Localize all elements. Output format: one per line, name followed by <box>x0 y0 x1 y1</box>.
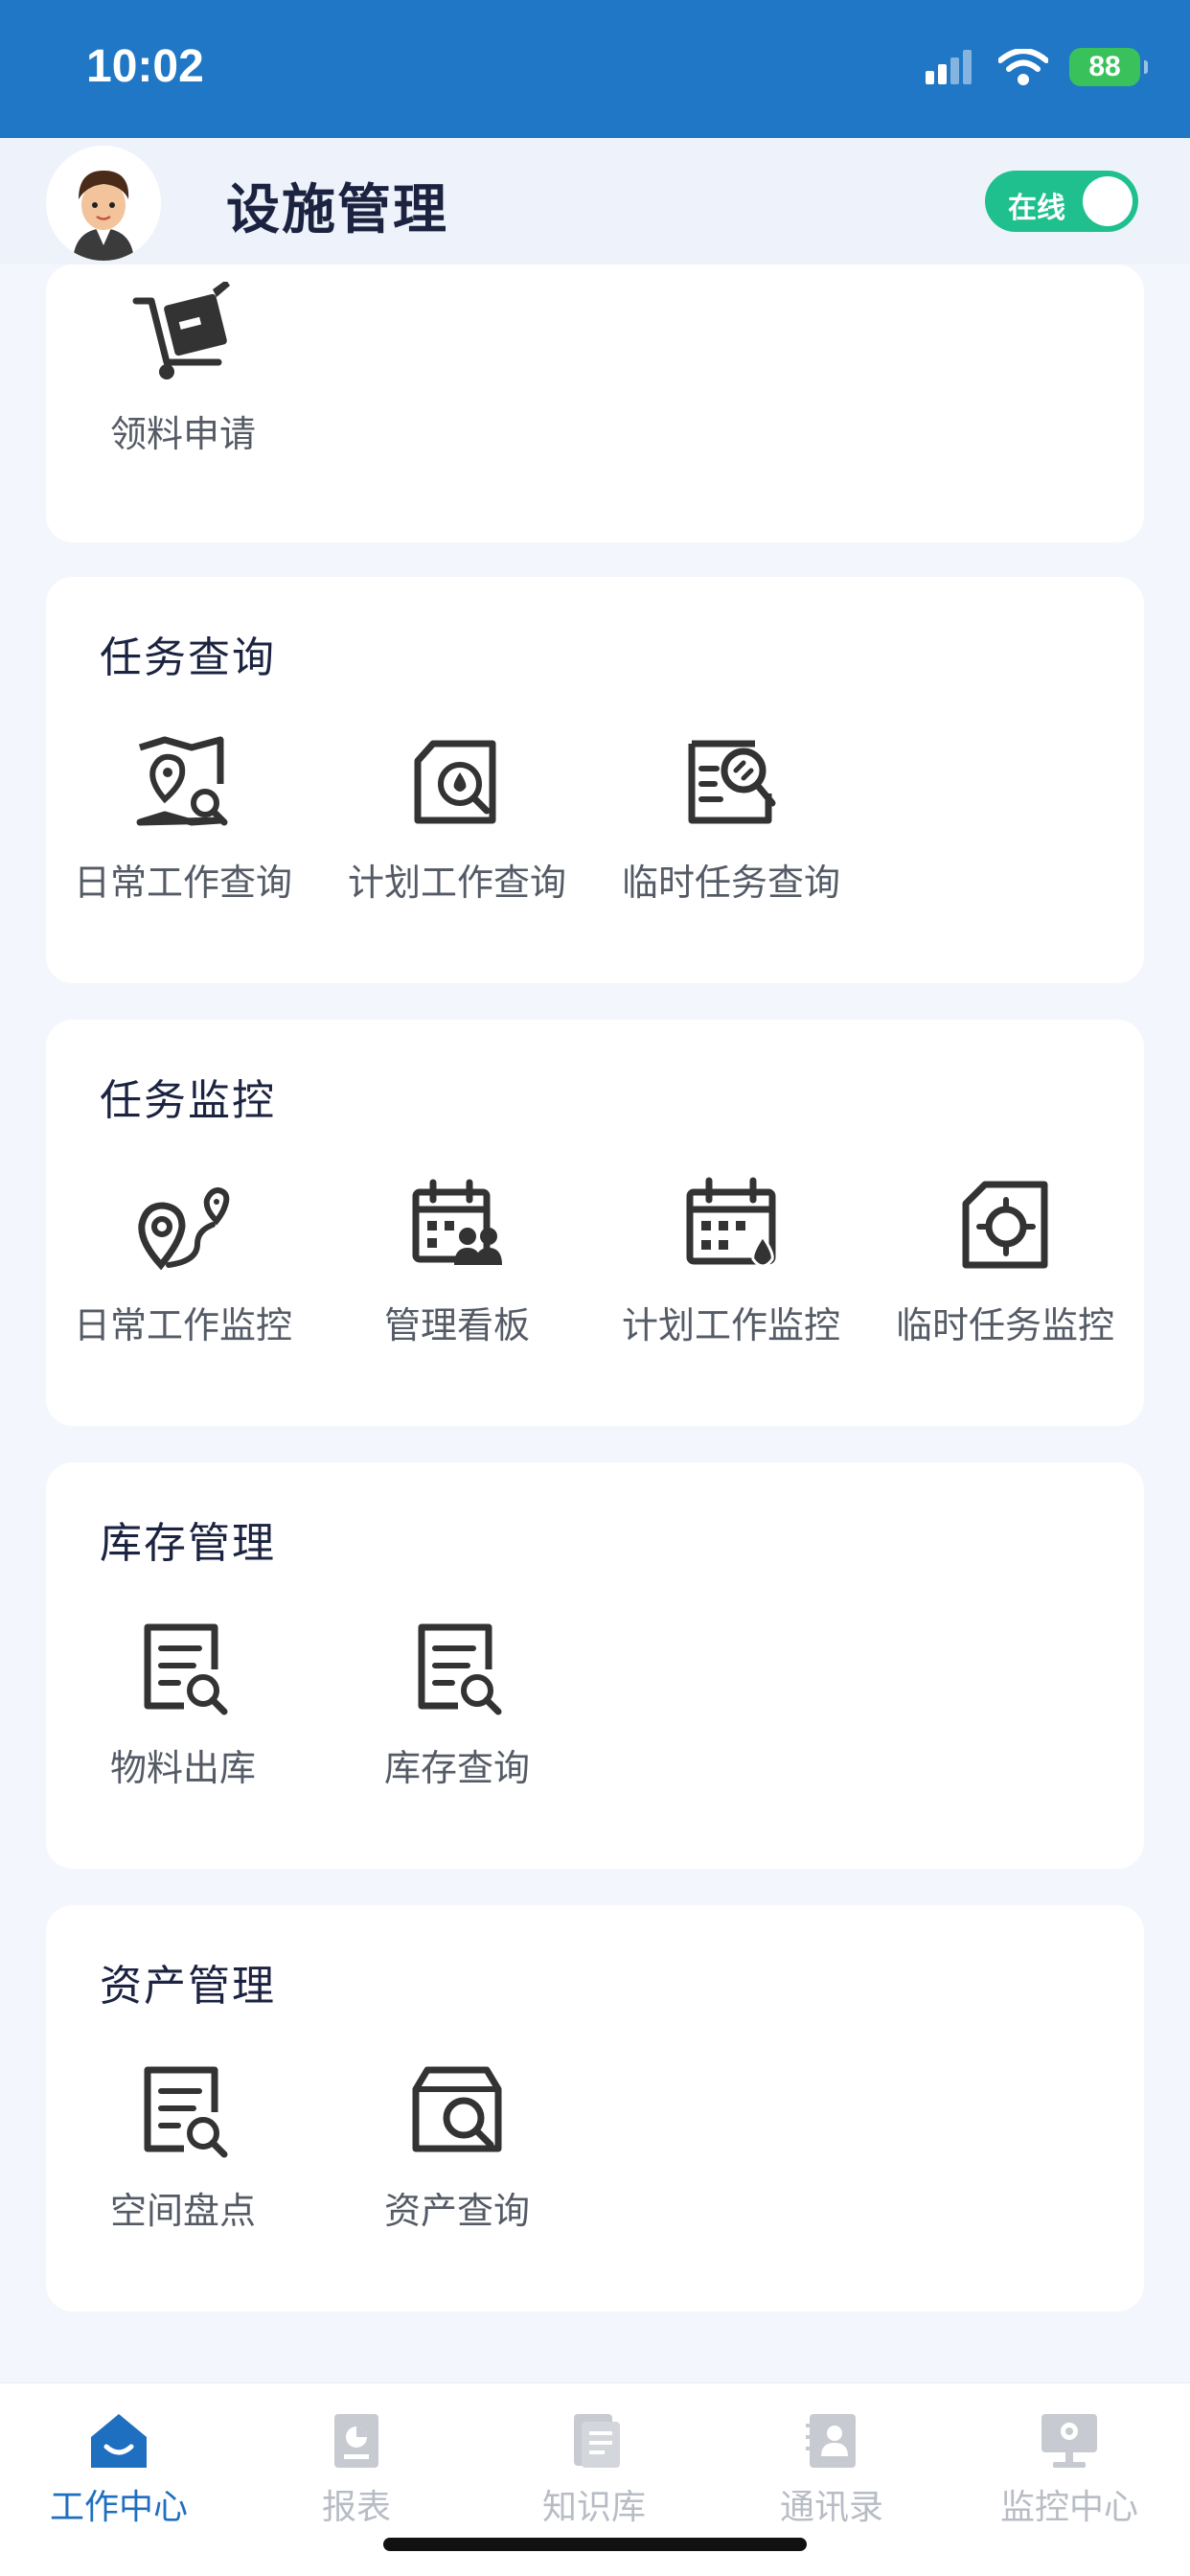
item-label: 日常工作查询 <box>73 862 292 904</box>
toggle-knob <box>1083 176 1133 226</box>
document-search-icon <box>144 1623 228 1715</box>
item-temp-task-query[interactable]: 临时任务查询 <box>594 730 868 906</box>
item-daily-work-monitor[interactable]: 日常工作监控 <box>46 1173 320 1348</box>
item-label: 领料申请 <box>109 413 256 455</box>
contacts-icon <box>806 2414 856 2468</box>
home-indicator <box>383 2538 807 2551</box>
document-drop-search-icon <box>414 740 496 824</box>
item-daily-work-query[interactable]: 日常工作查询 <box>46 730 320 906</box>
section-title: 任务查询 <box>100 633 276 682</box>
tab-knowledge-base[interactable]: 知识库 <box>475 2408 713 2529</box>
card-assets: 资产管理 空间盘点 资产查询 <box>46 1905 1144 2312</box>
online-toggle[interactable]: 在线 <box>985 171 1138 232</box>
item-label: 物料出库 <box>109 1747 256 1789</box>
section-title: 任务监控 <box>100 1076 276 1125</box>
battery-level: 88 <box>1088 51 1121 82</box>
item-label: 临时任务查询 <box>621 862 840 904</box>
tab-contacts[interactable]: 通讯录 <box>713 2408 950 2529</box>
tab-work-center[interactable]: 工作中心 <box>0 2408 238 2529</box>
card-top: 领料申请 <box>46 264 1144 542</box>
map-search-icon <box>136 736 228 826</box>
status-bar: 10:02 88 <box>0 0 1190 138</box>
trolley-icon <box>132 282 230 380</box>
report-icon <box>334 2414 378 2468</box>
section-title: 资产管理 <box>100 1962 276 2011</box>
item-label: 计划工作查询 <box>347 862 566 904</box>
user-avatar-icon <box>73 171 134 261</box>
tab-reports[interactable]: 报表 <box>238 2408 475 2529</box>
item-plan-work-monitor[interactable]: 计划工作监控 <box>594 1173 868 1348</box>
tab-label: 监控中心 <box>999 2488 1138 2527</box>
item-material-outbound[interactable]: 物料出库 <box>46 1616 320 1791</box>
item-management-board[interactable]: 管理看板 <box>320 1173 594 1348</box>
tab-label: 知识库 <box>541 2488 646 2527</box>
item-label: 计划工作监控 <box>621 1304 840 1346</box>
item-label: 资产查询 <box>383 2190 530 2232</box>
document-search-icon <box>688 740 776 824</box>
tab-label: 报表 <box>321 2488 391 2527</box>
document-search-icon <box>144 2066 228 2158</box>
avatar[interactable] <box>46 146 161 261</box>
card-task-monitor: 任务监控 日常工作监控 管理看板 计划工作监控 临时任务监控 <box>46 1020 1144 1426</box>
item-label: 空间盘点 <box>109 2190 256 2232</box>
item-space-inventory[interactable]: 空间盘点 <box>46 2058 320 2234</box>
home-icon <box>91 2414 147 2468</box>
document-search-icon <box>418 1623 502 1715</box>
online-toggle-label: 在线 <box>1008 192 1065 225</box>
item-label: 日常工作监控 <box>73 1304 292 1346</box>
route-pin-icon <box>138 1186 230 1271</box>
card-task-query: 任务查询 日常工作查询 计划工作查询 临时任务查询 <box>46 577 1144 983</box>
item-asset-query[interactable]: 资产查询 <box>320 2058 594 2234</box>
card-inventory: 库存管理 物料出库 库存查询 <box>46 1462 1144 1869</box>
item-plan-work-query[interactable]: 计划工作查询 <box>320 730 594 906</box>
cellular-signal-icon <box>926 50 972 84</box>
wifi-icon <box>998 49 1048 85</box>
item-material-request[interactable]: 领料申请 <box>46 282 320 457</box>
document-target-icon <box>962 1181 1048 1269</box>
header: 设施管理 在线 <box>0 138 1190 264</box>
page-title: 设施管理 <box>226 179 448 242</box>
item-label: 管理看板 <box>383 1304 530 1346</box>
battery-icon: 88 <box>1069 48 1148 86</box>
item-label: 库存查询 <box>383 1747 530 1789</box>
knowledge-icon <box>574 2414 620 2468</box>
tab-label: 工作中心 <box>49 2488 188 2527</box>
item-temp-task-monitor[interactable]: 临时任务监控 <box>868 1173 1142 1348</box>
tab-label: 通讯录 <box>779 2488 883 2527</box>
tab-monitor-center[interactable]: 监控中心 <box>950 2408 1188 2529</box>
item-inventory-query[interactable]: 库存查询 <box>320 1616 594 1791</box>
section-title: 库存管理 <box>100 1519 276 1568</box>
calendar-team-icon <box>412 1179 502 1265</box>
item-label: 临时任务监控 <box>895 1304 1114 1346</box>
status-time: 10:02 <box>86 41 204 92</box>
calendar-drop-icon <box>686 1177 776 1268</box>
monitor-icon <box>1041 2414 1097 2468</box>
box-search-icon <box>412 2066 502 2152</box>
